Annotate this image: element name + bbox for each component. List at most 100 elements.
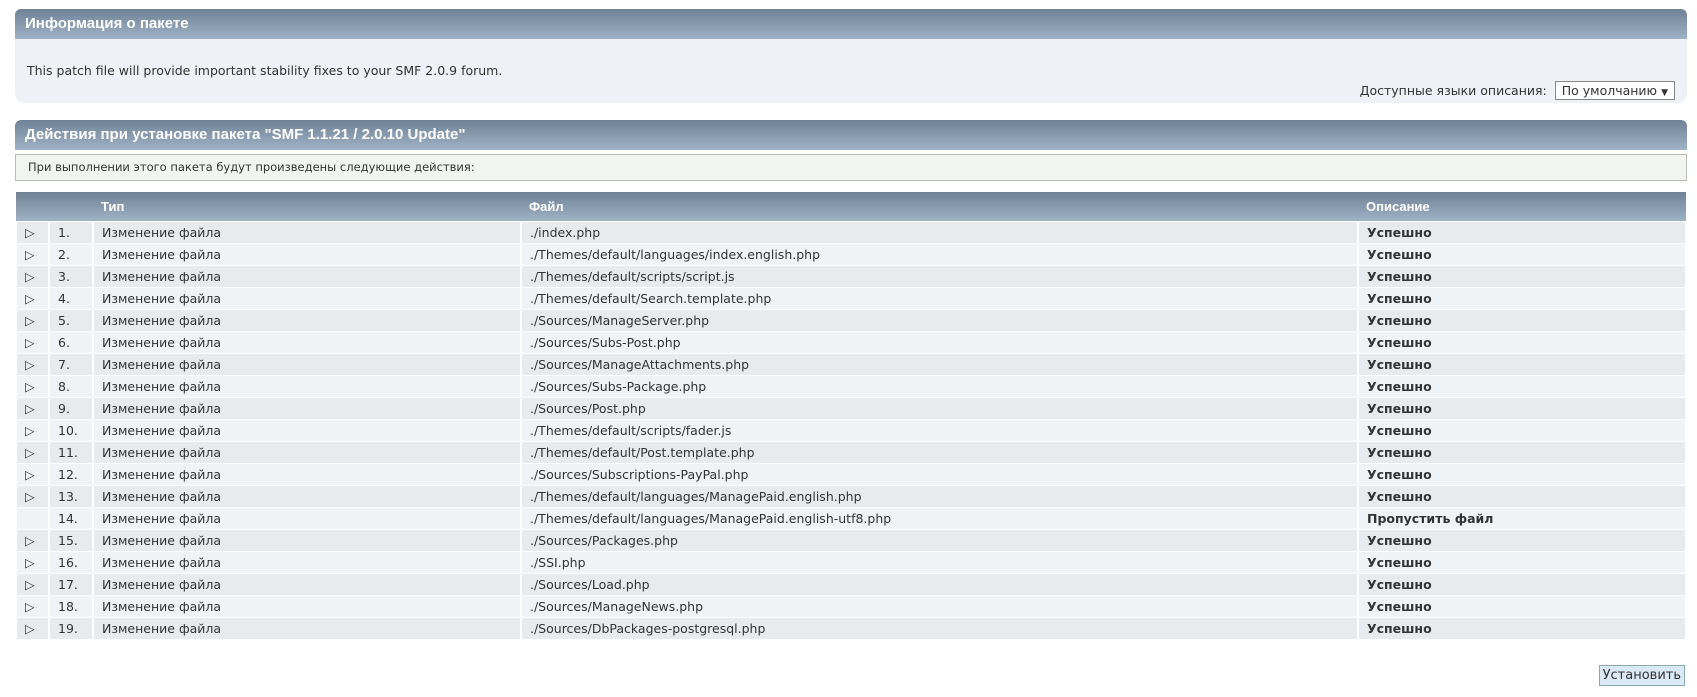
expand-triangle-icon[interactable]: ▷ bbox=[25, 533, 35, 548]
expand-cell[interactable]: ▷ bbox=[15, 331, 50, 354]
expand-triangle-icon[interactable]: ▷ bbox=[25, 599, 35, 614]
action-type: Изменение файла bbox=[92, 331, 522, 354]
install-actions-header: Действия при установке пакета "SMF 1.1.2… bbox=[15, 120, 1687, 150]
action-type: Изменение файла bbox=[92, 573, 522, 596]
file-path: ./Sources/ManageServer.php bbox=[520, 309, 1359, 332]
expand-triangle-icon[interactable]: ▷ bbox=[25, 577, 35, 592]
table-row: ▷ 12. Изменение файла ./Sources/Subscrip… bbox=[15, 463, 1687, 486]
actions-table: Тип Файл Описание ▷ 1. Изменение файла .… bbox=[15, 192, 1687, 640]
file-path: ./Sources/Subs-Package.php bbox=[520, 375, 1359, 398]
expand-cell[interactable]: ▷ bbox=[15, 463, 50, 486]
action-status: Успешно bbox=[1357, 551, 1687, 574]
expand-triangle-icon[interactable]: ▷ bbox=[25, 335, 35, 350]
expand-triangle-icon[interactable]: ▷ bbox=[25, 247, 35, 262]
expand-cell[interactable]: ▷ bbox=[15, 595, 50, 618]
action-status: Успешно bbox=[1357, 309, 1687, 332]
expand-cell[interactable]: ▷ bbox=[15, 221, 50, 244]
expand-triangle-icon[interactable]: ▷ bbox=[25, 555, 35, 570]
file-path: ./index.php bbox=[520, 221, 1359, 244]
table-row: ▷ 13. Изменение файла ./Themes/default/l… bbox=[15, 485, 1687, 508]
action-status: Успешно bbox=[1357, 419, 1687, 442]
file-path: ./Themes/default/languages/ManagePaid.en… bbox=[520, 507, 1359, 530]
action-status: Успешно bbox=[1357, 221, 1687, 244]
expand-cell[interactable]: ▷ bbox=[15, 441, 50, 464]
expand-triangle-icon[interactable]: ▷ bbox=[25, 379, 35, 394]
file-column-header: Файл bbox=[521, 192, 1358, 222]
expand-triangle-icon[interactable]: ▷ bbox=[25, 445, 35, 460]
table-row: ▷ 2. Изменение файла ./Themes/default/la… bbox=[15, 243, 1687, 266]
action-type: Изменение файла bbox=[92, 419, 522, 442]
expand-triangle-icon[interactable]: ▷ bbox=[25, 313, 35, 328]
expand-cell[interactable]: ▷ bbox=[15, 353, 50, 376]
type-column-header: Тип bbox=[93, 192, 521, 222]
table-row: ▷ 6. Изменение файла ./Sources/Subs-Post… bbox=[15, 331, 1687, 354]
table-row: ▷ 3. Изменение файла ./Themes/default/sc… bbox=[15, 265, 1687, 288]
expand-triangle-icon[interactable]: ▷ bbox=[25, 621, 35, 636]
install-button[interactable]: Установить bbox=[1598, 665, 1685, 686]
action-status: Успешно bbox=[1357, 529, 1687, 552]
row-number: 13. bbox=[48, 485, 94, 508]
table-row: ▷ 4. Изменение файла ./Themes/default/Se… bbox=[15, 287, 1687, 310]
table-row: ▷ 1. Изменение файла ./index.php Успешно bbox=[15, 221, 1687, 244]
row-number: 5. bbox=[48, 309, 94, 332]
action-status: Успешно bbox=[1357, 441, 1687, 464]
action-type: Изменение файла bbox=[92, 287, 522, 310]
expand-cell[interactable]: ▷ bbox=[15, 485, 50, 508]
actions-notice: При выполнении этого пакета будут произв… bbox=[15, 154, 1687, 181]
package-info-header: Информация о пакете bbox=[15, 9, 1687, 39]
action-status: Успешно bbox=[1357, 265, 1687, 288]
row-number: 15. bbox=[48, 529, 94, 552]
expand-triangle-icon[interactable]: ▷ bbox=[25, 423, 35, 438]
expand-cell[interactable]: ▷ bbox=[15, 309, 50, 332]
row-number: 4. bbox=[48, 287, 94, 310]
action-status: Успешно bbox=[1357, 397, 1687, 420]
expand-cell[interactable]: ▷ bbox=[15, 375, 50, 398]
expand-triangle-icon[interactable]: ▷ bbox=[25, 291, 35, 306]
action-status: Успешно bbox=[1357, 463, 1687, 486]
file-path: ./Sources/ManageNews.php bbox=[520, 595, 1359, 618]
expand-cell[interactable]: ▷ bbox=[15, 551, 50, 574]
expand-triangle-icon[interactable]: ▷ bbox=[25, 401, 35, 416]
action-status: Успешно bbox=[1357, 573, 1687, 596]
expand-column-header bbox=[16, 192, 49, 222]
row-number: 12. bbox=[48, 463, 94, 486]
expand-cell[interactable]: ▷ bbox=[15, 573, 50, 596]
expand-triangle-icon[interactable]: ▷ bbox=[25, 225, 35, 240]
action-status: Успешно bbox=[1357, 617, 1687, 640]
expand-cell[interactable]: ▷ bbox=[15, 529, 50, 552]
expand-cell[interactable]: ▷ bbox=[15, 287, 50, 310]
row-number: 2. bbox=[48, 243, 94, 266]
table-row: ▷ 15. Изменение файла ./Sources/Packages… bbox=[15, 529, 1687, 552]
expand-cell[interactable]: ▷ bbox=[15, 265, 50, 288]
expand-triangle-icon[interactable]: ▷ bbox=[25, 357, 35, 372]
action-status: Успешно bbox=[1357, 375, 1687, 398]
expand-cell[interactable]: ▷ bbox=[15, 397, 50, 420]
file-path: ./Themes/default/languages/ManagePaid.en… bbox=[520, 485, 1359, 508]
language-select[interactable]: По умолчанию ▼ bbox=[1554, 81, 1675, 100]
file-path: ./Sources/Packages.php bbox=[520, 529, 1359, 552]
file-path: ./Sources/Post.php bbox=[520, 397, 1359, 420]
action-status: Успешно bbox=[1357, 243, 1687, 266]
expand-triangle-icon[interactable]: ▷ bbox=[25, 489, 35, 504]
expand-triangle-icon[interactable]: ▷ bbox=[25, 269, 35, 284]
expand-cell[interactable]: ▷ bbox=[15, 243, 50, 266]
table-row: ▷ 17. Изменение файла ./Sources/Load.php… bbox=[15, 573, 1687, 596]
expand-cell[interactable]: ▷ bbox=[15, 617, 50, 640]
file-path: ./Themes/default/scripts/script.js bbox=[520, 265, 1359, 288]
file-path: ./Themes/default/Post.template.php bbox=[520, 441, 1359, 464]
expand-cell[interactable]: ▷ bbox=[15, 419, 50, 442]
row-number: 7. bbox=[48, 353, 94, 376]
file-path: ./Sources/DbPackages-postgresql.php bbox=[520, 617, 1359, 640]
row-number: 17. bbox=[48, 573, 94, 596]
language-label: Доступные языки описания: bbox=[1359, 83, 1547, 98]
dropdown-arrow-icon: ▼ bbox=[1661, 88, 1668, 98]
expand-triangle-icon[interactable]: ▷ bbox=[25, 467, 35, 482]
row-number: 8. bbox=[48, 375, 94, 398]
action-type: Изменение файла bbox=[92, 221, 522, 244]
table-row: ▷ 9. Изменение файла ./Sources/Post.php … bbox=[15, 397, 1687, 420]
action-type: Изменение файла bbox=[92, 485, 522, 508]
language-select-value: По умолчанию bbox=[1561, 83, 1658, 98]
row-number: 16. bbox=[48, 551, 94, 574]
file-path: ./Sources/Load.php bbox=[520, 573, 1359, 596]
action-type: Изменение файла bbox=[92, 551, 522, 574]
